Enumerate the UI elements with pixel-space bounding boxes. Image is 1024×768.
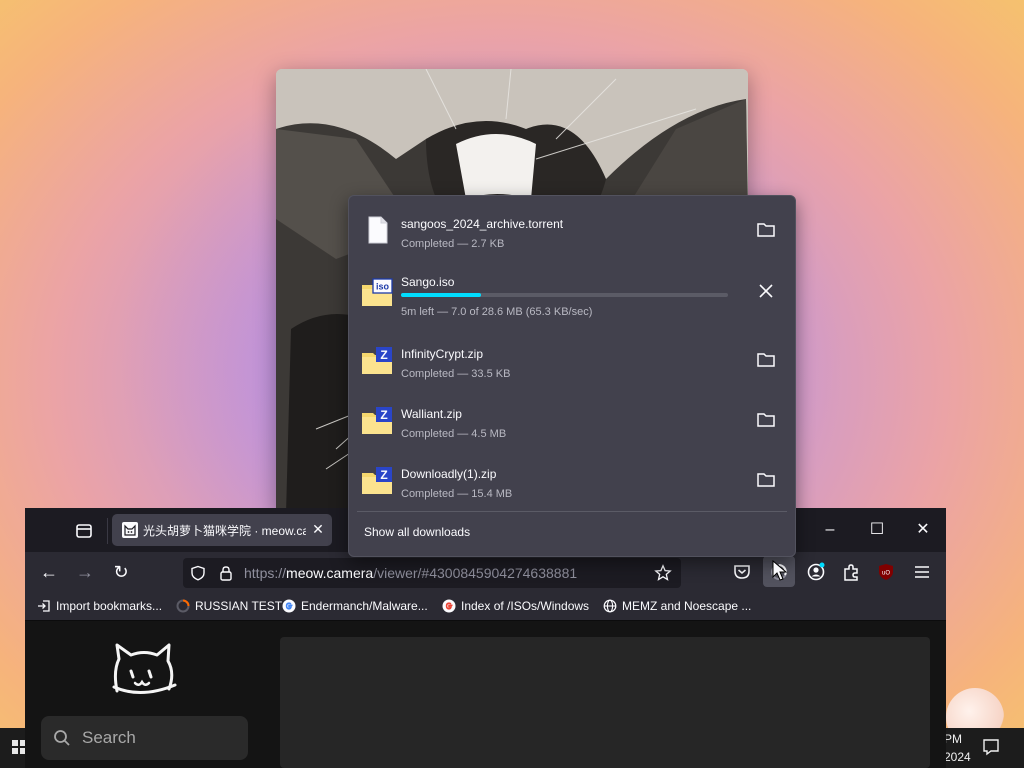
bookmark-label: MEMZ and Noescape ... — [622, 599, 752, 613]
url-scheme: https:// — [244, 565, 287, 581]
download-name: Downloadly(1).zip — [401, 467, 497, 481]
bookmark-label: Endermanch/Malware... — [301, 599, 428, 613]
zip-folder-icon: Z — [362, 467, 392, 494]
bookmark-label: RUSSIAN TEST — [195, 599, 283, 613]
zip-folder-icon: Z — [362, 347, 392, 374]
download-item[interactable]: sangoos_2024_archive.torrent Completed —… — [349, 200, 795, 260]
download-progress-bar — [401, 293, 728, 297]
url-path: /viewer/#4300845904274638881 — [373, 565, 578, 581]
search-placeholder: Search — [82, 728, 136, 747]
google-icon — [282, 599, 296, 613]
search-box[interactable]: Search — [41, 716, 248, 760]
account-icon[interactable] — [805, 561, 827, 583]
bookmark-russian-test[interactable]: RUSSIAN TEST — [176, 598, 282, 614]
zip-badge: Z — [380, 468, 387, 482]
download-status: Completed — 33.5 KB — [401, 368, 511, 380]
bookmark-memz-noescape[interactable]: MEMZ and Noescape ... — [603, 598, 751, 614]
site-cat-logo[interactable] — [111, 641, 177, 697]
download-name: InfinityCrypt.zip — [401, 347, 484, 361]
search-icon — [54, 730, 70, 746]
download-item[interactable]: Z Walliant.zip Completed — 4.5 MB — [349, 390, 795, 450]
taskbar-clock[interactable]: PM 2024 — [944, 730, 971, 766]
bookmark-label: Import bookmarks... — [56, 599, 163, 613]
svg-text:uO: uO — [882, 571, 890, 577]
url-text[interactable]: https://meow.camera/viewer/#430084590427… — [244, 565, 577, 581]
show-all-downloads-button[interactable]: Show all downloads — [364, 524, 470, 540]
close-window-button[interactable]: ✕ — [913, 520, 933, 540]
panel-divider — [357, 511, 787, 512]
bookmark-import[interactable]: Import bookmarks... — [37, 598, 162, 614]
download-name: Walliant.zip — [401, 407, 462, 421]
blank-file-icon — [368, 216, 388, 244]
menu-icon[interactable] — [911, 561, 933, 583]
tab-separator — [107, 518, 108, 544]
bookmark-index-isos-windows[interactable]: Index of /ISOs/Windows — [442, 598, 589, 614]
cancel-download-icon[interactable] — [755, 281, 777, 301]
download-item-in-progress[interactable]: iso Sango.iso 5m left — 7.0 of 28.6 MB (… — [349, 262, 795, 322]
download-status: 5m left — 7.0 of 28.6 MB (65.3 KB/sec) — [401, 306, 593, 318]
iso-badge: iso — [376, 282, 390, 292]
download-status: Completed — 4.5 MB — [401, 428, 507, 440]
google-icon — [442, 599, 456, 613]
site-sidebar: Search — [25, 621, 265, 768]
downloads-panel: sangoos_2024_archive.torrent Completed —… — [348, 195, 796, 557]
address-bar[interactable]: https://meow.camera/viewer/#430084590427… — [183, 558, 681, 588]
ublock-origin-icon[interactable]: uO — [875, 561, 897, 583]
bookmark-star-icon[interactable] — [654, 564, 672, 582]
download-status: Completed — 2.7 KB — [401, 238, 505, 250]
zip-badge: Z — [380, 408, 387, 422]
minimize-button[interactable]: – — [820, 520, 840, 540]
folder-icon[interactable] — [755, 220, 777, 240]
bookmark-label: Index of /ISOs/Windows — [461, 599, 590, 613]
navigation-toolbar: ← → ↻ https://meow.camera/viewer/#430084… — [25, 552, 946, 592]
download-progress-fill — [401, 293, 482, 297]
iso-folder-icon: iso — [362, 278, 393, 306]
clock-time: PM — [944, 732, 962, 746]
folder-icon[interactable] — [755, 350, 777, 370]
shield-icon[interactable] — [190, 565, 206, 581]
clock-date: 2024 — [944, 750, 971, 764]
maximize-button[interactable]: ☐ — [867, 520, 887, 540]
download-name: Sango.iso — [401, 275, 455, 289]
download-item[interactable]: Z Downloadly(1).zip Completed — 15.4 MB — [349, 450, 795, 510]
globe-icon — [603, 599, 617, 613]
download-item[interactable]: Z InfinityCrypt.zip Completed — 33.5 KB — [349, 330, 795, 390]
cat-face-icon — [122, 522, 138, 538]
import-icon — [38, 600, 50, 612]
url-host: meow.camera — [286, 565, 374, 581]
back-button[interactable]: ← — [37, 561, 61, 583]
windows-start-icon[interactable] — [12, 740, 26, 754]
notification-icon[interactable] — [982, 738, 1000, 756]
mouse-cursor-icon — [772, 560, 788, 581]
loading-icon — [176, 599, 190, 613]
tab-meow-camera[interactable]: 光头胡萝卜猫咪学院 · meow.camera ✕ — [112, 514, 332, 546]
extensions-icon[interactable] — [840, 561, 862, 583]
reload-button[interactable]: ↻ — [109, 561, 133, 583]
tab-title: 光头胡萝卜猫咪学院 · meow.camera — [143, 524, 306, 538]
download-name: sangoos_2024_archive.torrent — [401, 217, 564, 231]
bookmark-endermanch-malware[interactable]: Endermanch/Malware... — [282, 598, 428, 614]
folder-icon[interactable] — [755, 410, 777, 430]
stream-viewer-panel[interactable] — [280, 637, 930, 768]
forward-button[interactable]: → — [73, 561, 97, 583]
firefox-view-icon[interactable] — [73, 520, 95, 542]
zip-badge: Z — [380, 348, 387, 362]
bookmarks-toolbar: Import bookmarks... RUSSIAN TEST Enderma… — [25, 592, 946, 621]
lock-icon[interactable] — [218, 565, 234, 581]
download-status: Completed — 15.4 MB — [401, 488, 513, 500]
pocket-icon[interactable] — [731, 561, 753, 583]
tab-close-icon[interactable]: ✕ — [310, 521, 326, 537]
zip-folder-icon: Z — [362, 407, 392, 434]
folder-icon[interactable] — [755, 470, 777, 490]
page-content: Search — [25, 621, 946, 768]
